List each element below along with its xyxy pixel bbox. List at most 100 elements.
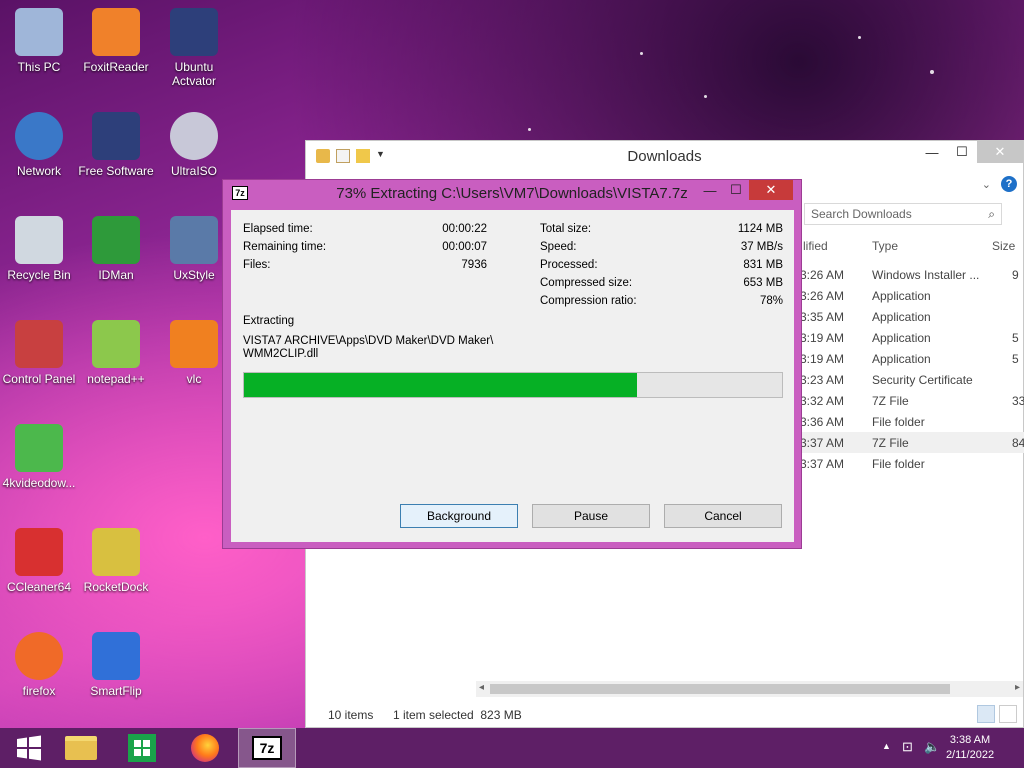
notepad-icon	[92, 320, 140, 368]
cell-time: 3:32 AM	[800, 394, 845, 408]
start-button[interactable]	[0, 728, 58, 768]
desktop-icon-label: Free Software	[78, 164, 154, 178]
minimize-button[interactable]: —	[697, 180, 723, 200]
stat-value: 37 MB/s	[740, 241, 783, 253]
taskbar-firefox[interactable]	[176, 728, 234, 768]
scroll-right-icon[interactable]: ▸	[1015, 682, 1020, 693]
scroll-left-icon[interactable]: ◂	[479, 682, 484, 693]
stat-value: 653 MB	[743, 277, 783, 289]
stat-value: 78%	[759, 295, 783, 307]
desktop-icon[interactable]: RocketDock	[77, 528, 155, 594]
taskbar-file-explorer[interactable]	[52, 728, 110, 768]
7zip-icon: 7z	[252, 736, 282, 760]
table-row[interactable]: 3:37 AM 7Z File 84	[800, 432, 1024, 453]
large-icons-view-icon[interactable]	[999, 705, 1017, 723]
rocketdock-icon	[92, 528, 140, 576]
cell-size: 5	[1012, 331, 1019, 345]
desktop-icon[interactable]: Recycle Bin	[0, 216, 78, 282]
table-row[interactable]: 3:35 AM Application	[800, 306, 1024, 327]
table-row[interactable]: 3:26 AM Windows Installer ... 9	[800, 264, 1024, 285]
details-view-icon[interactable]	[977, 705, 995, 723]
table-row[interactable]: 3:19 AM Application 5	[800, 327, 1024, 348]
search-input[interactable]: Search Downloads ⌕	[804, 203, 1002, 225]
taskbar-store[interactable]	[113, 728, 171, 768]
pause-button[interactable]: Pause	[532, 504, 650, 528]
table-row[interactable]: 3:26 AM Application	[800, 285, 1024, 306]
cell-time: 3:36 AM	[800, 415, 845, 429]
column-header-modified[interactable]: lified	[803, 239, 828, 253]
cell-type: Application	[872, 310, 931, 324]
desktop-icon[interactable]: UltraISO	[155, 112, 233, 178]
column-header-type[interactable]: Type	[872, 239, 898, 253]
desktop-icon[interactable]: 4kvideodow...	[0, 424, 78, 490]
desktop-icon[interactable]: Network	[0, 112, 78, 178]
cell-type: File folder	[872, 457, 925, 471]
background-button[interactable]: Background	[400, 504, 518, 528]
firefox-file-icon	[170, 8, 218, 56]
status-bar: 10 items 1 item selected 823 MB	[306, 701, 1023, 727]
stat-label: Remaining time:	[243, 241, 327, 253]
table-row[interactable]: 3:36 AM File folder	[800, 411, 1024, 432]
cell-time: 3:19 AM	[800, 331, 845, 345]
stat-label: Speed:	[540, 241, 577, 253]
desktop-icon[interactable]: FoxitReader	[77, 8, 155, 74]
chevron-down-icon[interactable]: ⌄	[982, 178, 991, 191]
desktop-icon-label: IDMan	[98, 268, 134, 282]
cancel-button[interactable]: Cancel	[664, 504, 782, 528]
desktop-icon[interactable]: CCleaner64	[0, 528, 78, 594]
cell-time: 3:19 AM	[800, 352, 845, 366]
status-selection: 1 item selected 823 MB	[393, 708, 522, 722]
close-button[interactable]: ✕	[977, 141, 1023, 163]
taskbar-7zip[interactable]: 7z	[238, 728, 296, 768]
dialog-body: Elapsed time: 00:00:22 Remaining time: 00:0…	[231, 210, 794, 542]
desktop-icon[interactable]: This PC	[0, 8, 78, 74]
cell-time: 3:26 AM	[800, 268, 845, 282]
close-button[interactable]: ✕	[749, 180, 793, 200]
network-icon[interactable]: ⊡	[902, 739, 913, 755]
store-icon	[128, 734, 156, 762]
foxit-pdf-icon	[92, 8, 140, 56]
desktop-icon[interactable]: firefox	[0, 632, 78, 698]
scrollbar-thumb[interactable]	[490, 684, 950, 694]
desktop-icon-label: Network	[16, 164, 61, 178]
desktop-icon[interactable]: Control Panel	[0, 320, 78, 386]
desktop-icon[interactable]: Free Software	[77, 112, 155, 178]
search-icon[interactable]: ⌕	[988, 207, 995, 222]
stat-value: 00:00:22	[442, 223, 487, 235]
table-row[interactable]: 3:37 AM File folder	[800, 453, 1024, 474]
desktop-icon[interactable]: notepad++	[77, 320, 155, 386]
volume-muted-icon[interactable]: 🔈	[924, 739, 940, 755]
table-row[interactable]: 3:23 AM Security Certificate	[800, 369, 1024, 390]
control-panel-icon	[15, 320, 63, 368]
extract-progress-dialog[interactable]: 7z 73% Extracting C:\Users\VM7\Downloads…	[222, 179, 802, 549]
dialog-title-bar[interactable]: 7z 73% Extracting C:\Users\VM7\Downloads…	[223, 180, 801, 207]
chevron-up-icon[interactable]: ▲	[882, 741, 891, 751]
table-row[interactable]: 3:19 AM Application 5	[800, 348, 1024, 369]
desktop-icon-label: This PC	[17, 60, 61, 74]
desktop-icon-label: Recycle Bin	[7, 268, 71, 282]
minimize-button[interactable]: —	[917, 141, 947, 163]
desktop-icon[interactable]: IDMan	[77, 216, 155, 282]
cell-type: 7Z File	[872, 394, 909, 408]
cell-type: 7Z File	[872, 436, 909, 450]
clock-time: 3:38 AM	[949, 734, 991, 746]
disc-icon	[170, 112, 218, 160]
column-header-size[interactable]: Size	[992, 239, 1015, 253]
table-row[interactable]: 3:32 AM 7Z File 33	[800, 390, 1024, 411]
desktop-icon-label: SmartFlip	[90, 684, 142, 698]
maximize-button[interactable]: ☐	[723, 180, 749, 200]
star-decoration	[528, 128, 531, 131]
system-tray: ▲ ⊡ 🔈 3:38 AM 2/11/2022	[864, 728, 1024, 768]
stat-label: Compression ratio:	[540, 295, 637, 307]
progress-fill	[244, 373, 637, 397]
operation-label: Extracting	[243, 315, 295, 327]
maximize-button[interactable]: ☐	[947, 141, 977, 163]
horizontal-scrollbar[interactable]: ◂ ▸	[476, 681, 1023, 697]
explorer-title: Downloads	[627, 148, 702, 165]
help-icon[interactable]: ?	[1001, 176, 1017, 192]
desktop-icon[interactable]: Ubuntu Actvator	[155, 8, 233, 88]
clock[interactable]: 3:38 AM 2/11/2022	[940, 733, 1000, 763]
explorer-title-bar[interactable]: ▼ Downloads — ☐ ✕	[306, 141, 1023, 171]
desktop-icon[interactable]: SmartFlip	[77, 632, 155, 698]
stat-label: Compressed size:	[540, 277, 633, 289]
